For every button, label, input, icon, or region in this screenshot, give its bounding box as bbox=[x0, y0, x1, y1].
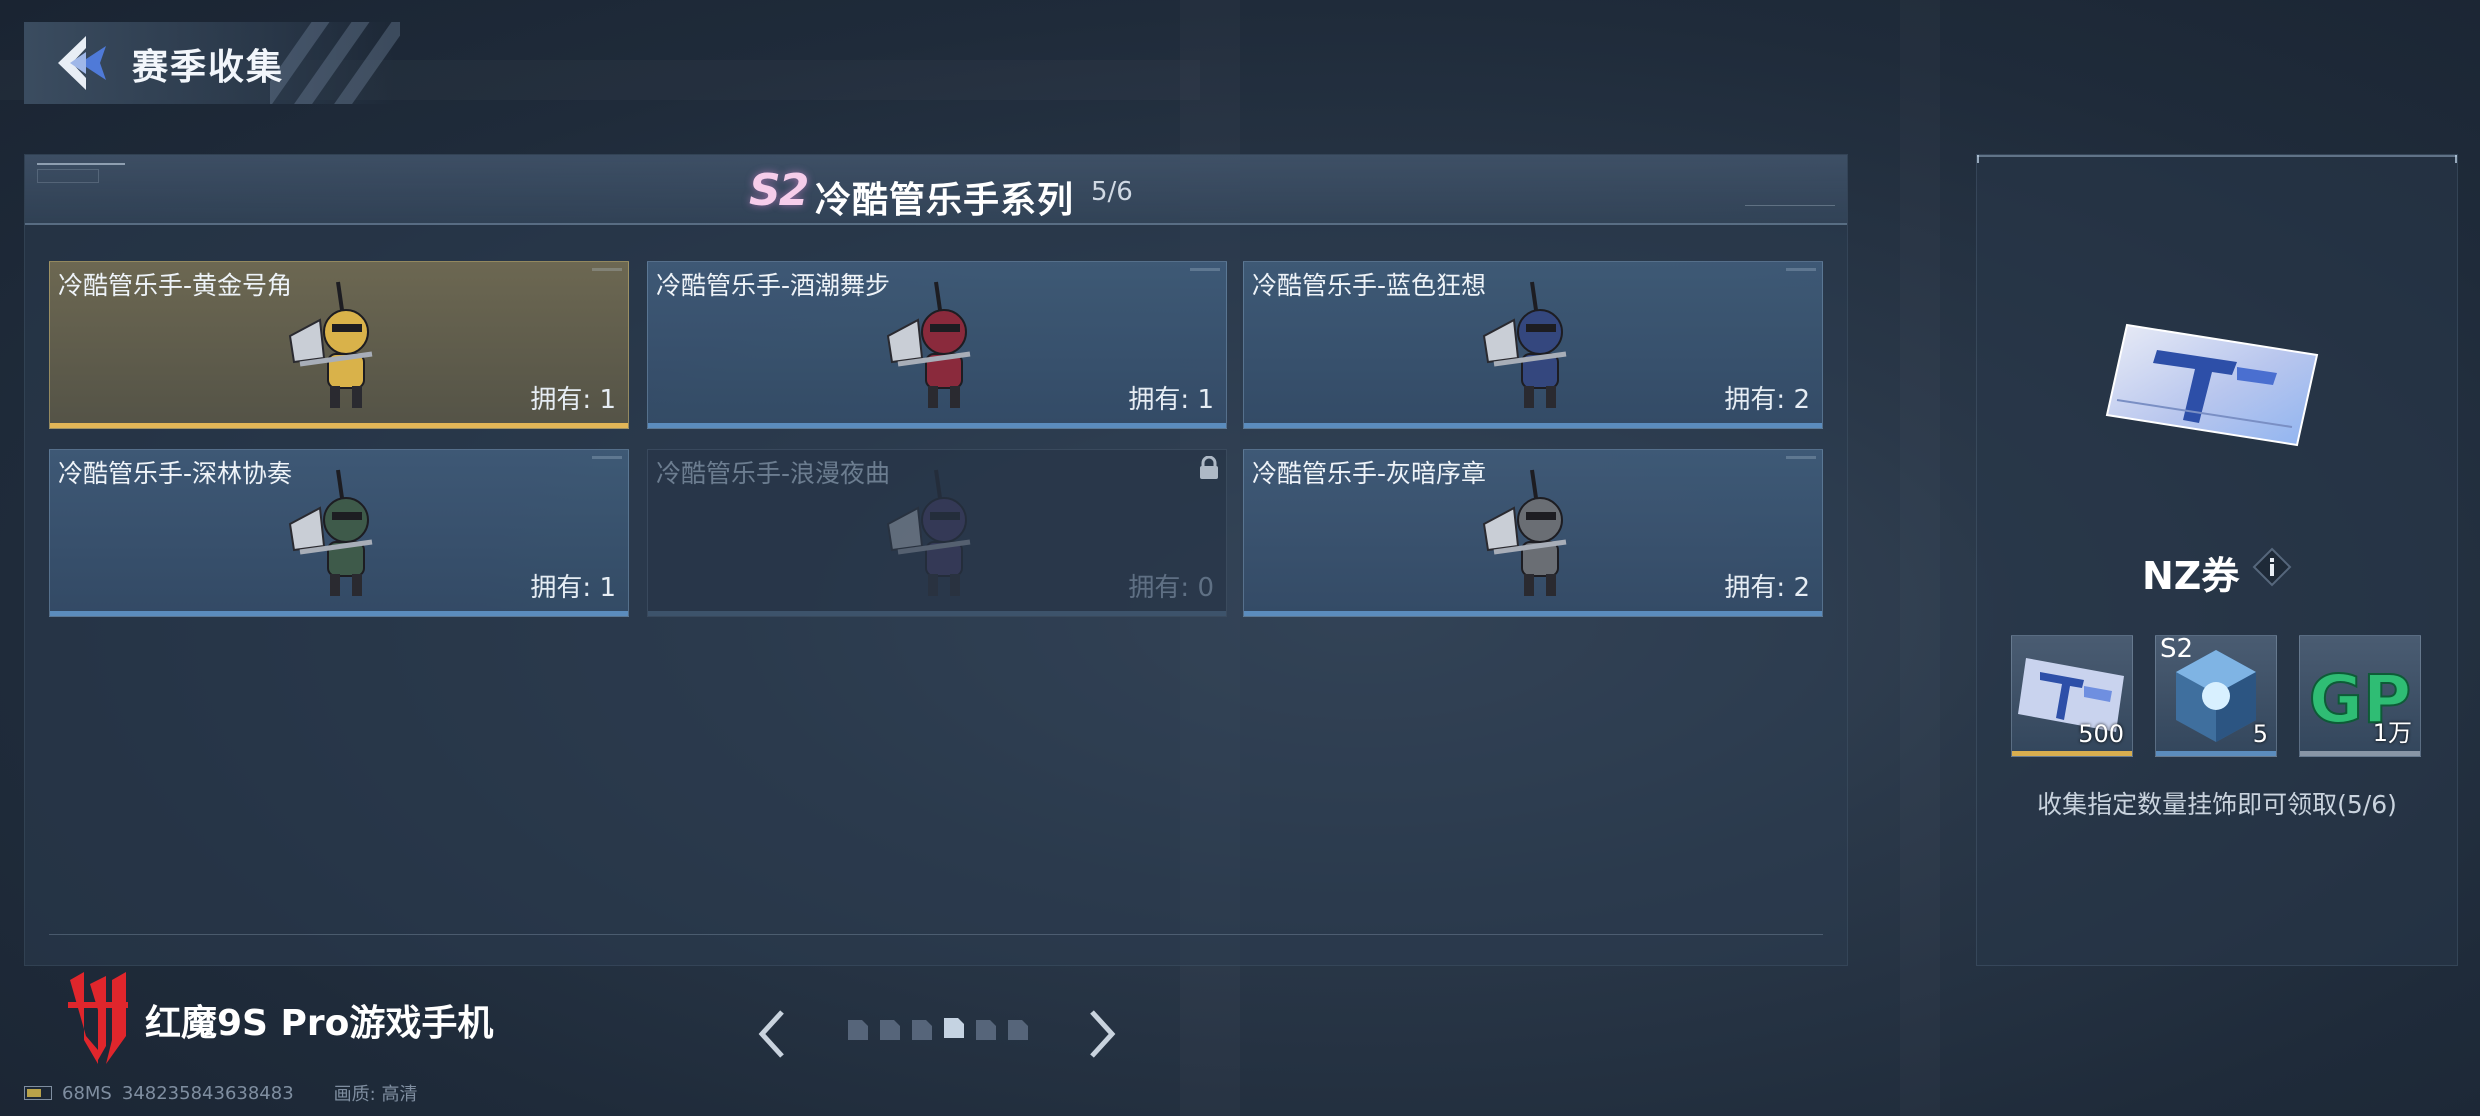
quality-text: 画质: 高清 bbox=[333, 1084, 418, 1105]
collection-card[interactable]: 冷酷管乐手-浪漫夜曲拥有: 0 bbox=[647, 449, 1227, 617]
card-corner-deco bbox=[592, 268, 622, 271]
horn-player-figure-icon bbox=[1482, 281, 1567, 408]
reward-item-nz-ticket[interactable]: 500 bbox=[2011, 635, 2133, 757]
card-name: 冷酷管乐手-蓝色狂想 bbox=[1252, 271, 1487, 300]
status-footer: 68MS 348235843638483 画质: 高清 bbox=[24, 1080, 417, 1106]
page-dot[interactable] bbox=[944, 1018, 964, 1038]
page-dot[interactable] bbox=[848, 1020, 868, 1040]
back-arrow-icon bbox=[58, 36, 106, 90]
rarity-bar bbox=[2156, 751, 2276, 756]
horn-player-figure-icon bbox=[886, 469, 971, 596]
collection-card[interactable]: 冷酷管乐手-黄金号角拥有: 1 bbox=[49, 261, 629, 429]
collection-card[interactable]: 冷酷管乐手-深林协奏拥有: 1 bbox=[49, 449, 629, 617]
reward-description: 收集指定数量挂饰即可领取(5/6) bbox=[2037, 790, 2397, 819]
series-title: 冷酷管乐手系列 bbox=[815, 180, 1075, 221]
page-indicator bbox=[848, 1018, 1028, 1040]
rarity-bar bbox=[2012, 751, 2132, 756]
red-magic-logo-icon bbox=[68, 972, 128, 1064]
rarity-bar bbox=[648, 423, 1226, 428]
reward-item-s2-crate[interactable]: S2 5 bbox=[2155, 635, 2277, 757]
series-progress: 5/6 bbox=[1091, 177, 1133, 207]
panel-tick bbox=[2455, 155, 2457, 163]
series-header: S2 冷酷管乐手系列 5/6 bbox=[25, 155, 1847, 225]
lock-icon bbox=[1200, 456, 1218, 479]
owned-count: 拥有: 2 bbox=[1724, 385, 1810, 415]
rarity-bar bbox=[1244, 423, 1822, 428]
page-dot[interactable] bbox=[912, 1020, 932, 1040]
horn-player-figure-icon bbox=[288, 281, 373, 408]
rarity-bar bbox=[648, 611, 1226, 616]
rarity-bar bbox=[2300, 751, 2420, 756]
owned-count: 拥有: 1 bbox=[1128, 385, 1214, 415]
reward-count: 500 bbox=[2078, 720, 2124, 748]
brand-text: 红魔9S Pro游戏手机 bbox=[145, 1003, 494, 1044]
player-id: 348235843638483 bbox=[121, 1082, 294, 1104]
horn-player-figure-icon bbox=[1482, 469, 1567, 596]
reward-count: 5 bbox=[2252, 720, 2268, 748]
collection-panel: S2 冷酷管乐手系列 5/6 冷酷管乐手-黄金号角 拥有: 1 冷酷管乐手-酒潮舞步… bbox=[24, 154, 1848, 966]
horn-player-figure-icon bbox=[288, 469, 373, 596]
collection-card[interactable]: 冷酷管乐手-酒潮舞步拥有: 1 bbox=[647, 261, 1227, 429]
next-page-icon[interactable] bbox=[1082, 1006, 1122, 1062]
owned-count: 拥有: 1 bbox=[530, 385, 616, 415]
card-name: 冷酷管乐手-深林协奏 bbox=[58, 459, 293, 488]
ping-text: 68MS bbox=[62, 1082, 112, 1104]
ticket-name: NZ券 bbox=[2142, 554, 2240, 598]
card-corner-deco bbox=[1786, 268, 1816, 271]
header-deco bbox=[1745, 205, 1835, 212]
card-corner-deco bbox=[1190, 268, 1220, 271]
reward-panel: NZ券 500 S2 5 GP 1万 收集指定数量挂饰即可领取(5/6) bbox=[1976, 154, 2458, 966]
season-tag: S2 bbox=[2160, 635, 2194, 664]
card-name: 冷酷管乐手-黄金号角 bbox=[58, 271, 293, 300]
back-button[interactable] bbox=[50, 32, 114, 94]
header-deco bbox=[37, 169, 99, 183]
panel-tick bbox=[1977, 155, 1979, 163]
header-deco bbox=[37, 163, 125, 165]
header-decoration bbox=[270, 22, 400, 104]
reward-item-gp[interactable]: GP 1万 bbox=[2299, 635, 2421, 757]
page-title: 赛季收集 bbox=[132, 47, 285, 88]
info-icon[interactable] bbox=[2252, 547, 2292, 587]
owned-count: 拥有: 1 bbox=[530, 573, 616, 603]
reward-count: 1万 bbox=[2372, 719, 2412, 747]
rarity-bar bbox=[50, 611, 628, 616]
card-corner-deco bbox=[592, 456, 622, 459]
card-name: 冷酷管乐手-浪漫夜曲 bbox=[656, 459, 891, 488]
battery-icon bbox=[24, 1086, 52, 1100]
owned-count: 拥有: 0 bbox=[1128, 573, 1214, 603]
owned-count: 拥有: 2 bbox=[1724, 573, 1810, 603]
horn-player-figure-icon bbox=[886, 281, 971, 408]
collection-card[interactable]: 冷酷管乐手-灰暗序章拥有: 2 bbox=[1243, 449, 1823, 617]
rarity-bar bbox=[50, 423, 628, 428]
panel-divider bbox=[49, 934, 1823, 935]
panel-top-line bbox=[1977, 155, 2457, 157]
nz-ticket-icon bbox=[2105, 323, 2319, 447]
page-dot[interactable] bbox=[976, 1020, 996, 1040]
card-corner-deco bbox=[1786, 456, 1816, 459]
page-dot[interactable] bbox=[1008, 1020, 1028, 1040]
background-streak bbox=[1900, 0, 1940, 1116]
card-name: 冷酷管乐手-酒潮舞步 bbox=[656, 271, 891, 300]
card-name: 冷酷管乐手-灰暗序章 bbox=[1252, 459, 1487, 488]
page-dot[interactable] bbox=[880, 1020, 900, 1040]
collection-card[interactable]: 冷酷管乐手-蓝色狂想拥有: 2 bbox=[1243, 261, 1823, 429]
rarity-bar bbox=[1244, 611, 1822, 616]
season-badge: S2 bbox=[749, 165, 809, 216]
prev-page-icon[interactable] bbox=[752, 1006, 792, 1062]
